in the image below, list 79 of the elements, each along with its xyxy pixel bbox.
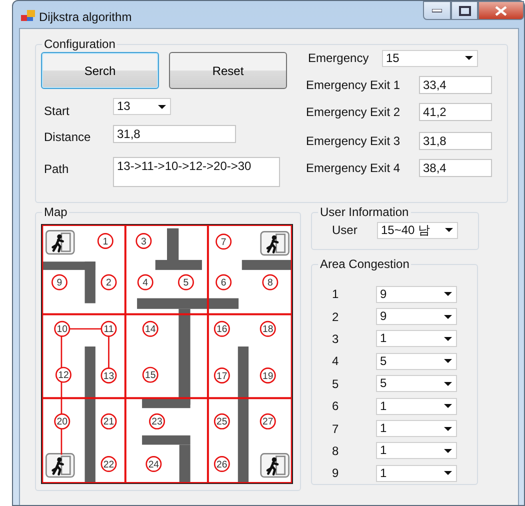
group-title: Configuration <box>43 37 116 51</box>
caret-icon <box>444 292 452 296</box>
group-title: Area Congestion <box>319 257 410 271</box>
map-node: 8 <box>262 274 278 290</box>
map-node: 7 <box>216 234 232 250</box>
dropdown[interactable]: 5 <box>376 352 457 370</box>
minimize-button[interactable] <box>423 1 451 20</box>
dropdown[interactable]: 1 <box>376 420 457 438</box>
exit-sign-icon <box>46 453 75 478</box>
map-node: 25 <box>214 413 230 430</box>
restore-icon <box>458 6 470 16</box>
dropdown[interactable]: 5 <box>376 375 457 392</box>
text-field[interactable]: 41,2 <box>419 103 492 121</box>
field-label: Emergency <box>307 50 370 67</box>
caret-icon <box>444 314 452 319</box>
field-label: Emergency Exit 2 <box>306 104 402 121</box>
field-label: 5 <box>332 376 340 393</box>
field-label: Emergency Exit 1 <box>306 77 402 94</box>
text-field[interactable]: 31,8 <box>113 125 236 143</box>
caret-icon <box>444 448 452 453</box>
text-field[interactable]: 31,8 <box>419 132 492 150</box>
caret-icon <box>444 382 452 386</box>
map-node: 18 <box>260 320 276 337</box>
field-label: 6 <box>332 398 340 416</box>
field-label: 9 <box>332 465 340 482</box>
field-label: Emergency Exit 4 <box>306 160 402 177</box>
dropdown[interactable]: 9 <box>376 286 457 303</box>
group-title: Map <box>43 205 68 219</box>
close-icon <box>495 6 507 16</box>
caret-icon <box>444 426 452 431</box>
map-node: 6 <box>216 274 232 290</box>
field-label: 3 <box>332 330 340 348</box>
map-node: 10 <box>54 320 70 337</box>
map-node: 14 <box>142 320 158 337</box>
field-label: 7 <box>332 420 340 438</box>
field-label: Distance <box>43 129 92 146</box>
map-node: 16 <box>214 320 230 337</box>
map-node: 11 <box>100 320 117 337</box>
form-button[interactable]: Reset <box>169 52 287 89</box>
dropdown[interactable]: 1 <box>376 398 457 415</box>
dropdown[interactable]: 1 <box>376 464 457 482</box>
close-button[interactable] <box>478 1 524 20</box>
field-label: Emergency Exit 3 <box>306 133 402 150</box>
map-node: 21 <box>100 413 117 430</box>
app-icon <box>21 10 35 22</box>
caret-icon <box>445 228 453 232</box>
caret-icon <box>444 404 452 408</box>
dropdown[interactable]: 1 <box>376 442 457 460</box>
maximize-button[interactable] <box>451 1 478 20</box>
window-title: Dijkstra algorithm <box>39 9 132 26</box>
dropdown[interactable]: 15 <box>382 50 478 66</box>
dropdown[interactable]: 1 <box>376 330 457 348</box>
field-label: User <box>332 222 358 239</box>
field-label: 1 <box>332 286 340 304</box>
form-button[interactable]: Serch <box>41 52 159 89</box>
dropdown[interactable]: 13 <box>113 98 171 115</box>
dropdown[interactable]: 9 <box>376 308 457 326</box>
field-label: 2 <box>332 308 340 326</box>
caret-icon <box>444 359 452 364</box>
group-title: User Information <box>319 205 410 219</box>
caret-icon <box>465 56 473 60</box>
text-field[interactable]: 38,4 <box>419 159 492 177</box>
field-label: 4 <box>332 353 340 370</box>
field-label: 8 <box>332 442 340 460</box>
field-label: Start <box>43 103 70 120</box>
map-node: 15 <box>142 366 158 383</box>
map-node: 4 <box>137 274 154 290</box>
map-node: 27 <box>260 413 276 430</box>
map-node: 2 <box>100 274 117 290</box>
dropdown[interactable]: 15~40 남 <box>377 222 458 238</box>
minimize-icon <box>432 8 442 12</box>
text-field[interactable]: 33,4 <box>419 76 492 94</box>
caret-icon <box>444 471 452 476</box>
caret-icon <box>158 104 166 108</box>
field-label: Path <box>43 161 70 178</box>
caret-icon <box>444 336 452 341</box>
text-area[interactable]: 13->11->10->12->20->30 <box>113 157 280 187</box>
exit-sign-icon <box>46 230 75 255</box>
map-node: 20 <box>54 413 70 430</box>
